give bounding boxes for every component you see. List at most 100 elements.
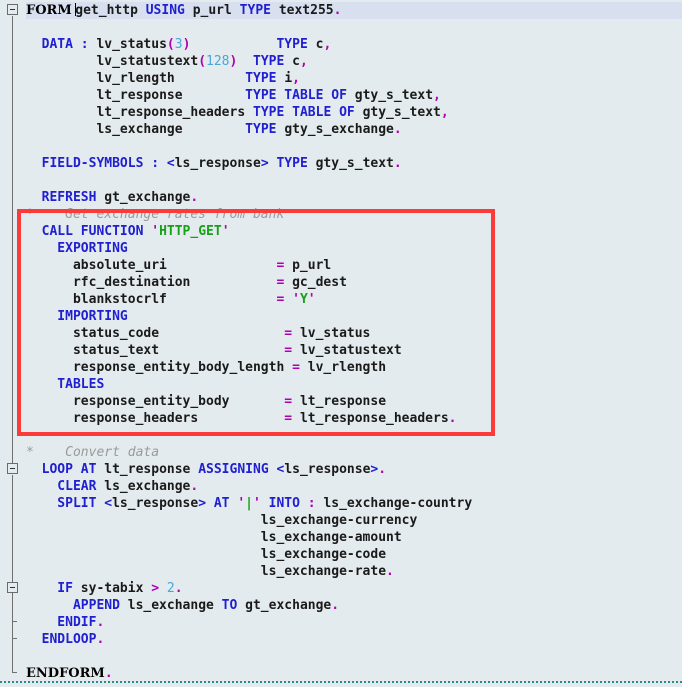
code-line-content: status_text = lv_statustext [0, 342, 402, 359]
code-line-content: lv_statustext(128) TYPE c, [0, 53, 308, 70]
code-line-27[interactable]: * Convert data [0, 444, 682, 461]
code-token: TYPE [245, 71, 285, 86]
code-line-16[interactable]: absolute_uri = p_url [0, 257, 682, 274]
code-line-29[interactable]: CLEAR ls_exchange. [0, 478, 682, 495]
code-token: lt_response [104, 462, 199, 477]
code-line-36[interactable]: APPEND ls_exchange TO gt_exchange. [0, 597, 682, 614]
code-token: rfc_destination [26, 275, 277, 290]
code-line-35[interactable]: IF sy-tabix > 2. [0, 580, 682, 597]
code-line-2[interactable] [0, 19, 682, 36]
code-line-38[interactable]: ENDLOOP. [0, 631, 682, 648]
abap-code-editor[interactable]: FORM get_http USING p_url TYPE text255. … [0, 0, 682, 687]
code-line-26[interactable] [0, 427, 682, 444]
code-token: status_code [26, 326, 285, 341]
code-token: i [284, 71, 293, 86]
code-line-3[interactable]: DATA : lv_status(3) TYPE c, [0, 36, 682, 53]
fold-end-endloop-icon [12, 638, 17, 639]
code-token: Y [299, 292, 308, 307]
code-line-6[interactable]: lt_response TYPE TABLE OF gty_s_text, [0, 87, 682, 104]
code-line-19[interactable]: IMPORTING [0, 308, 682, 325]
code-line-34[interactable]: ls_exchange-rate. [0, 563, 682, 580]
code-line-5[interactable]: lv_rlength TYPE i, [0, 70, 682, 87]
code-token: gty_s_text [315, 156, 394, 171]
code-line-18[interactable]: blankstocrlf = 'Y' [0, 291, 682, 308]
code-line-21[interactable]: status_text = lv_statustext [0, 342, 682, 359]
code-token: TYPE [253, 54, 293, 69]
code-token: p_url [192, 3, 240, 18]
code-token: = [276, 292, 293, 307]
code-token: TO [221, 598, 246, 613]
code-line-14[interactable]: CALL FUNCTION 'HTTP_GET' [0, 223, 682, 240]
fold-marker-form-icon[interactable] [7, 4, 18, 15]
code-line-25[interactable]: response_headers = lt_response_headers. [0, 410, 682, 427]
code-token: IMPORTING [26, 309, 128, 324]
code-token: 3 [174, 37, 183, 52]
code-line-30[interactable]: SPLIT <ls_response> AT '|' INTO : ls_exc… [0, 495, 682, 512]
bottom-separator [0, 681, 682, 683]
code-token: ls_exchange [104, 479, 191, 494]
code-line-24[interactable]: response_entity_body = lt_response [0, 393, 682, 410]
code-line-content: lv_rlength TYPE i, [0, 70, 300, 87]
code-token: lt_response [299, 394, 387, 409]
code-line-32[interactable]: ls_exchange-amount [0, 529, 682, 546]
code-line-17[interactable]: rfc_destination = gc_dest [0, 274, 682, 291]
code-token: p_url [292, 258, 332, 273]
code-line-40[interactable]: ENDFORM. [0, 665, 682, 682]
code-token: CALL FUNCTION [26, 224, 152, 239]
code-token: ls_exchange [127, 598, 222, 613]
code-token: ls_response [174, 156, 261, 171]
code-line-15[interactable]: EXPORTING [0, 240, 682, 257]
fold-marker-if-icon[interactable] [7, 582, 18, 593]
code-token: response_entity_body_length [26, 360, 293, 375]
code-line-1[interactable]: FORM get_http USING p_url TYPE text255. [0, 2, 682, 19]
code-line-20[interactable]: status_code = lv_status [0, 325, 682, 342]
code-token: response_headers [26, 411, 285, 426]
code-line-7[interactable]: lt_response_headers TYPE TABLE OF gty_s_… [0, 104, 682, 121]
code-line-23[interactable]: TABLES [0, 376, 682, 393]
code-token: gty_s_text [362, 105, 441, 120]
code-line-28[interactable]: LOOP AT lt_response ASSIGNING <ls_respon… [0, 461, 682, 478]
code-line-13[interactable]: * Get exchange rates from bank [0, 206, 682, 223]
code-line-11[interactable] [0, 172, 682, 189]
fold-marker-loop-icon[interactable] [7, 463, 18, 474]
fold-end-endform-icon [12, 672, 17, 673]
code-line-22[interactable]: response_entity_body_length = lv_rlength [0, 359, 682, 376]
code-line-12[interactable]: REFRESH gt_exchange. [0, 189, 682, 206]
code-line-9[interactable] [0, 138, 682, 155]
code-line-content: ls_exchange-code [0, 546, 386, 563]
code-line-content: DATA : lv_status(3) TYPE c, [0, 36, 332, 53]
code-line-39[interactable] [0, 648, 682, 665]
code-token: = [284, 394, 300, 409]
code-line-10[interactable]: FIELD-SYMBOLS : <ls_response> TYPE gty_s… [0, 155, 682, 172]
code-line-content: response_headers = lt_response_headers. [0, 410, 457, 427]
code-text-area[interactable]: FORM get_http USING p_url TYPE text255. … [0, 0, 682, 687]
code-token: gt_exchange [245, 598, 332, 613]
code-line-8[interactable]: ls_exchange TYPE gty_s_exchange. [0, 121, 682, 138]
code-token: > [151, 581, 167, 596]
code-token: ' [221, 224, 230, 239]
code-token: : [307, 496, 316, 511]
code-token: EXPORTING [26, 241, 128, 256]
code-token: ENDLOOP [26, 632, 97, 647]
code-token: INTO [260, 496, 308, 511]
code-token: IF [26, 581, 81, 596]
code-line-content: lt_response_headers TYPE TABLE OF gty_s_… [0, 104, 448, 121]
code-token: < [104, 496, 113, 511]
code-token: . [386, 564, 394, 579]
code-token: text255 [278, 3, 334, 18]
code-token: TYPE [239, 3, 279, 18]
fold-gutter[interactable] [0, 0, 26, 687]
fold-guide-line-1 [12, 475, 13, 672]
code-line-37[interactable]: ENDIF. [0, 614, 682, 631]
code-line-4[interactable]: lv_statustext(128) TYPE c, [0, 53, 682, 70]
code-line-33[interactable]: ls_exchange-code [0, 546, 682, 563]
code-token: , [299, 54, 308, 69]
code-line-content: response_entity_body = lt_response [0, 393, 386, 410]
code-token: . [96, 632, 105, 647]
code-line-31[interactable]: ls_exchange-currency [0, 512, 682, 529]
